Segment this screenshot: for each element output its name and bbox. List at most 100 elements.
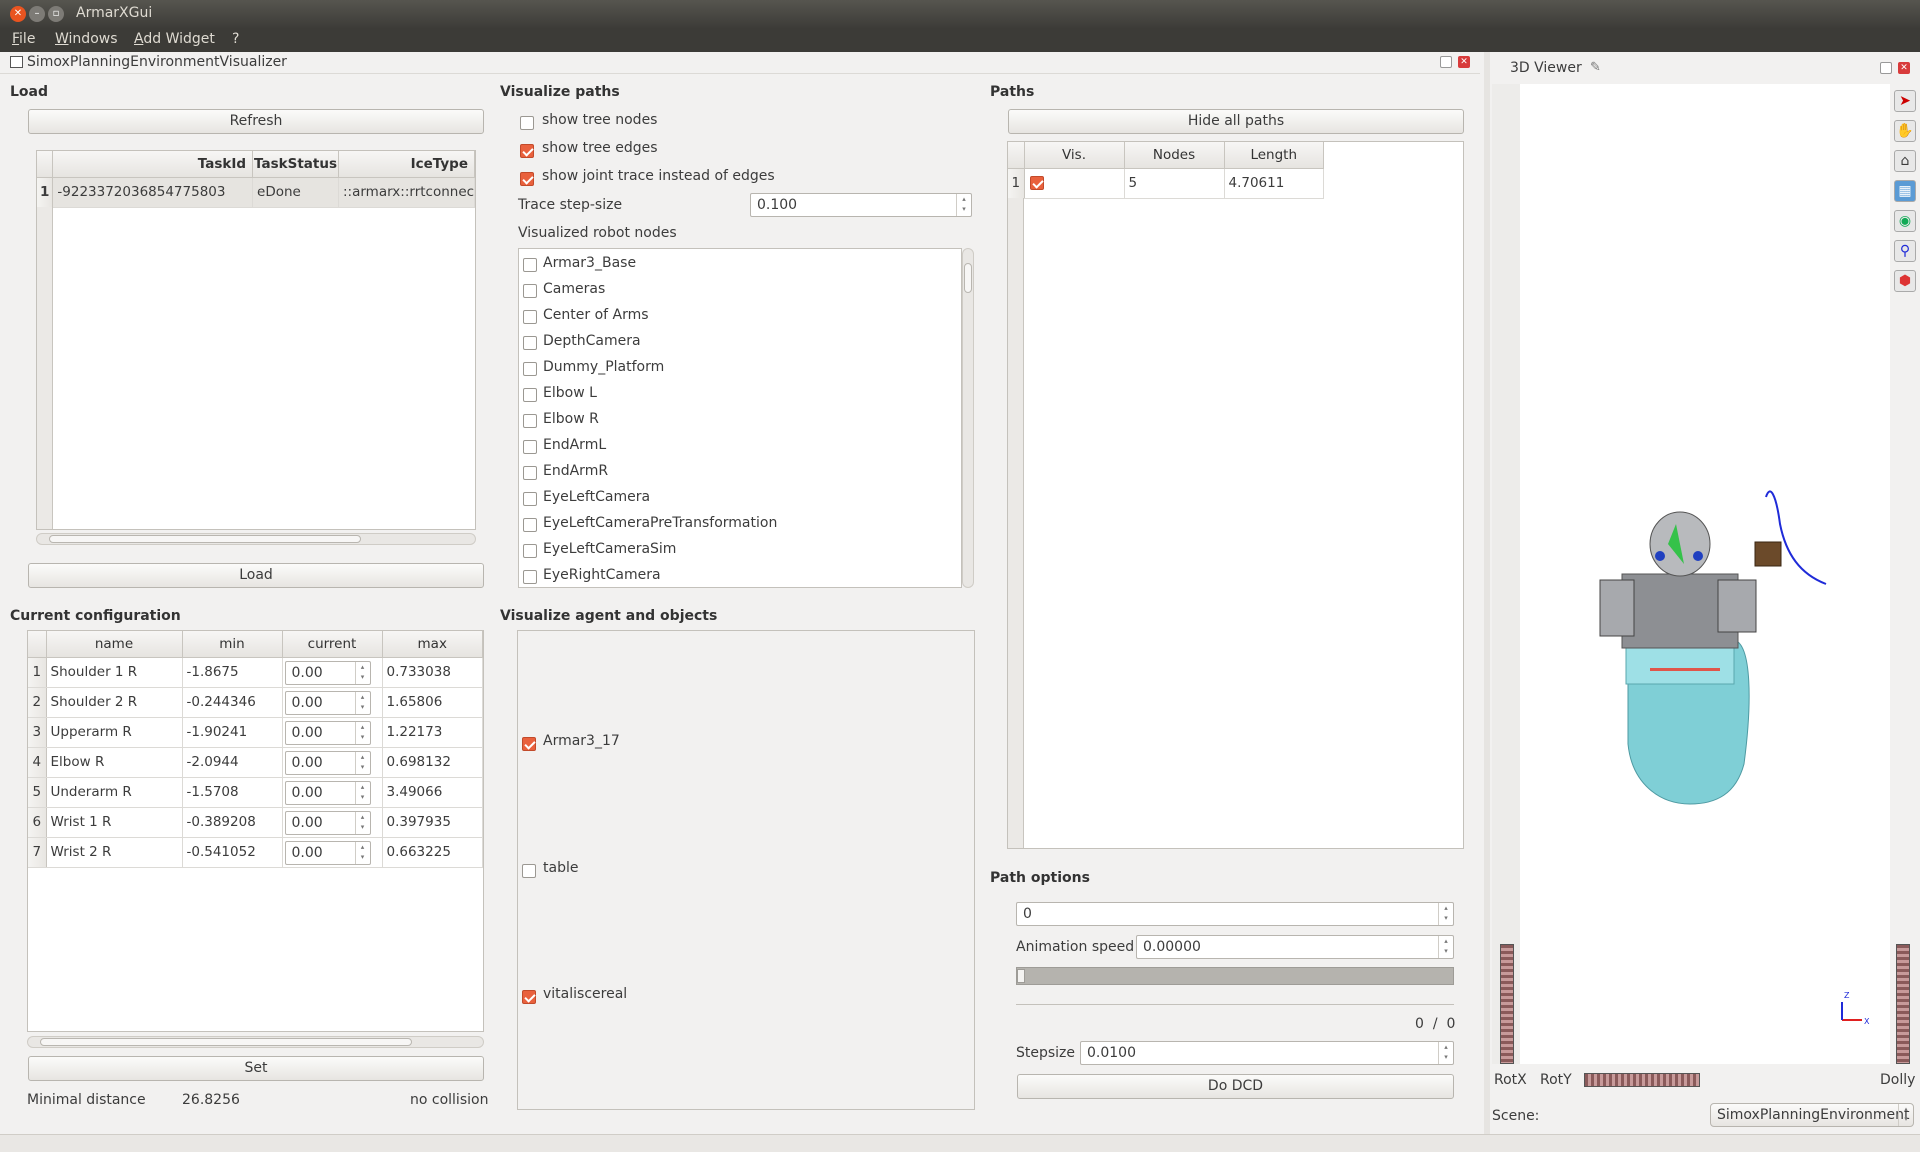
vis-cell[interactable] — [1024, 168, 1125, 199]
menu-help[interactable]: ? — [232, 31, 239, 47]
agent-checkbox[interactable] — [522, 737, 536, 751]
joint-current-cell[interactable]: 0.00 — [282, 687, 383, 718]
robot-node-checkbox[interactable] — [523, 466, 537, 480]
hide-all-paths-button[interactable]: Hide all paths — [1008, 109, 1464, 134]
rotx-wheel[interactable] — [1500, 944, 1514, 1064]
column-header-nodes[interactable]: Nodes — [1124, 142, 1225, 169]
robot-node-checkbox[interactable] — [523, 310, 537, 324]
column-header-min[interactable]: min — [182, 631, 283, 658]
robot-scene[interactable]: X Z — [1520, 84, 1890, 1064]
table-row[interactable]: 5Underarm R-1.57080.00 3.49066 — [28, 777, 483, 808]
joint-min-cell[interactable]: -1.8675 — [182, 657, 283, 688]
joint-name-cell[interactable]: Shoulder 2 R — [46, 687, 183, 718]
column-header-length[interactable]: Length — [1224, 142, 1324, 169]
robot-node-checkbox[interactable] — [523, 336, 537, 350]
arrow-icon[interactable]: ➤ — [1894, 90, 1916, 112]
table-row[interactable]: 2Shoulder 2 R-0.2443460.00 1.65806 — [28, 687, 483, 718]
visualize-option-checkbox[interactable] — [520, 172, 534, 186]
column-header-current[interactable]: current — [282, 631, 383, 658]
list-item[interactable]: EyeLeftCameraPreTransformation — [519, 513, 959, 537]
float-icon[interactable] — [1440, 56, 1452, 68]
hand-icon[interactable]: ✋ — [1894, 120, 1916, 142]
splitter[interactable] — [1484, 52, 1490, 1134]
joint-max-cell[interactable]: 0.663225 — [382, 837, 483, 868]
joint-max-cell[interactable]: 1.65806 — [382, 687, 483, 718]
robot-node-checkbox[interactable] — [523, 388, 537, 402]
column-header-vis[interactable]: Vis. — [1024, 142, 1125, 169]
joint-max-cell[interactable]: 0.698132 — [382, 747, 483, 778]
table-row[interactable]: 1 -9223372036854775803 eDone ::armarx::r… — [37, 177, 475, 208]
joint-name-cell[interactable]: Shoulder 1 R — [46, 657, 183, 688]
column-header-max[interactable]: max — [382, 631, 483, 658]
list-item[interactable]: Cameras — [519, 279, 959, 303]
joint-current-cell[interactable]: 0.00 — [282, 837, 383, 868]
list-item[interactable]: DepthCamera — [519, 331, 959, 355]
load-button[interactable]: Load — [28, 563, 484, 588]
set-button[interactable]: Set — [28, 1056, 484, 1081]
seek-icon[interactable]: ⚲ — [1894, 240, 1916, 262]
joint-min-cell[interactable]: -0.541052 — [182, 837, 283, 868]
wrench-icon[interactable]: ✎ — [1590, 60, 1601, 75]
table-row[interactable]: 6Wrist 1 R-0.3892080.00 0.397935 — [28, 807, 483, 838]
joint-current-spinbox[interactable]: 0.00 — [284, 840, 371, 865]
do-dcd-button[interactable]: Do DCD — [1017, 1074, 1454, 1099]
close-icon[interactable]: ✕ — [10, 6, 26, 22]
joint-max-cell[interactable]: 1.22173 — [382, 717, 483, 748]
animation-speed-spinbox[interactable]: 0.00000 — [1136, 935, 1454, 959]
joint-current-spinbox[interactable]: 0.00 — [284, 750, 371, 775]
dolly-wheel[interactable] — [1896, 944, 1910, 1064]
config-table-hscroll[interactable] — [27, 1036, 484, 1048]
roty-wheel[interactable] — [1584, 1073, 1700, 1087]
joint-current-spinbox[interactable]: 0.00 — [284, 660, 371, 685]
scroll-thumb[interactable] — [40, 1038, 412, 1046]
animation-progress-slider[interactable] — [1016, 967, 1454, 985]
robot-nodes-vscroll[interactable] — [962, 248, 974, 588]
refresh-button[interactable]: Refresh — [28, 109, 484, 134]
scene-select[interactable]: SimoxPlanningEnvironment — [1710, 1103, 1914, 1127]
length-cell[interactable]: 4.70611 — [1224, 168, 1324, 199]
menu-file[interactable]: File — [12, 31, 35, 47]
visualize-option-checkbox[interactable] — [520, 144, 534, 158]
robot-node-checkbox[interactable] — [523, 258, 537, 272]
joint-max-cell[interactable]: 0.733038 — [382, 657, 483, 688]
scroll-thumb[interactable] — [964, 263, 972, 293]
joint-name-cell[interactable]: Wrist 1 R — [46, 807, 183, 838]
close-icon[interactable]: ✕ — [1898, 62, 1910, 74]
joint-min-cell[interactable]: -2.0944 — [182, 747, 283, 778]
stepsize-spinbox[interactable]: 0.0100 — [1080, 1041, 1454, 1065]
eye-icon[interactable]: ◉ — [1894, 210, 1916, 232]
joint-name-cell[interactable]: Upperarm R — [46, 717, 183, 748]
joint-current-cell[interactable]: 0.00 — [282, 777, 383, 808]
agent-label[interactable]: table — [543, 860, 578, 876]
joint-name-cell[interactable]: Wrist 2 R — [46, 837, 183, 868]
joint-name-cell[interactable]: Elbow R — [46, 747, 183, 778]
maximize-icon[interactable]: ▫ — [48, 6, 64, 22]
scroll-thumb[interactable] — [49, 535, 361, 543]
robot-node-checkbox[interactable] — [523, 544, 537, 558]
joint-current-spinbox[interactable]: 0.00 — [284, 810, 371, 835]
joint-current-cell[interactable]: 0.00 — [282, 747, 383, 778]
robot-node-checkbox[interactable] — [523, 362, 537, 376]
robot-node-checkbox[interactable] — [523, 570, 537, 584]
table-row[interactable]: 1 5 4.70611 — [1008, 168, 1324, 199]
joint-current-cell[interactable]: 0.00 — [282, 657, 383, 688]
table-row[interactable]: 3Upperarm R-1.902410.00 1.22173 — [28, 717, 483, 748]
minimize-icon[interactable]: – — [29, 6, 45, 22]
list-item[interactable]: EndArmL — [519, 435, 959, 459]
robot-node-checkbox[interactable] — [523, 414, 537, 428]
table-row[interactable]: 7Wrist 2 R-0.5410520.00 0.663225 — [28, 837, 483, 868]
task-status-cell[interactable]: eDone — [252, 177, 339, 208]
joint-current-cell[interactable]: 0.00 — [282, 717, 383, 748]
perspective-icon[interactable]: ⬢ — [1894, 270, 1916, 292]
menu-add-widget[interactable]: Add Widget — [134, 31, 215, 47]
joint-current-spinbox[interactable]: 0.00 — [284, 720, 371, 745]
slider-handle[interactable] — [1017, 969, 1025, 983]
robot-node-checkbox[interactable] — [523, 284, 537, 298]
close-icon[interactable]: ✕ — [1458, 56, 1470, 68]
agent-checkbox[interactable] — [522, 864, 536, 878]
list-item[interactable]: EyeRightCamera — [519, 565, 959, 587]
joint-min-cell[interactable]: -0.389208 — [182, 807, 283, 838]
joint-min-cell[interactable]: -0.244346 — [182, 687, 283, 718]
joint-min-cell[interactable]: -1.90241 — [182, 717, 283, 748]
list-item[interactable]: EndArmR — [519, 461, 959, 485]
